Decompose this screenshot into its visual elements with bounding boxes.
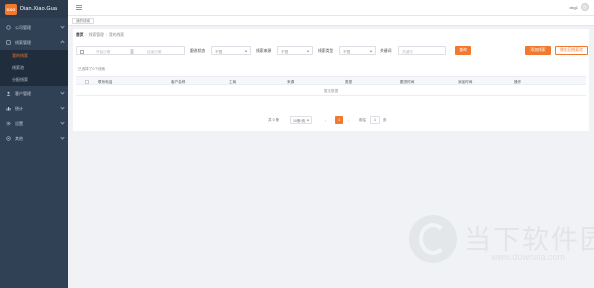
selected-count: 已选择了0个线索 bbox=[78, 67, 106, 71]
page-number-current[interactable]: 1 bbox=[335, 116, 343, 124]
more-icon bbox=[6, 136, 11, 141]
user-name[interactable]: dxg1 bbox=[569, 5, 578, 10]
gear-icon bbox=[6, 121, 11, 126]
sidebar-item-settings[interactable]: 设置 bbox=[0, 116, 68, 131]
sidebar-menu: 公司管理 线索管理 我的线索 线索池 分配线索 客户管理 统计 设置 其他 bbox=[0, 18, 68, 146]
start-date-input[interactable]: 开始日期 bbox=[96, 50, 110, 55]
keyword-label: 关键词 bbox=[380, 48, 392, 53]
col-actions: 操作 bbox=[514, 79, 522, 84]
chevron-down-icon bbox=[369, 49, 373, 52]
logo-text: Dian.Xiao.Gua bbox=[20, 6, 58, 12]
watermark-url: www.downxia.com bbox=[491, 252, 566, 262]
date-range-picker[interactable]: 开始日期 至 结束日期 bbox=[76, 46, 185, 55]
breadcrumb-current: 我的线索 bbox=[108, 33, 125, 37]
sidebar-item-customers[interactable]: 客户管理 bbox=[0, 86, 68, 101]
sidebar-item-label: 客户管理 bbox=[15, 90, 31, 96]
avatar[interactable] bbox=[581, 3, 589, 11]
col-business: 工商 bbox=[229, 79, 237, 84]
chevron-down-icon bbox=[60, 135, 65, 140]
sidebar-item-label: 公司管理 bbox=[15, 24, 31, 30]
clue-source-label: 线索来源 bbox=[256, 48, 272, 53]
clue-type-label: 线索类型 bbox=[318, 48, 334, 53]
user-icon bbox=[6, 91, 11, 96]
next-page-button[interactable]: › bbox=[348, 118, 349, 123]
page-size-select[interactable]: 10条/页 bbox=[290, 116, 312, 124]
end-date-input[interactable]: 结束日期 bbox=[147, 50, 161, 55]
goto-page-input[interactable]: 1 bbox=[370, 116, 380, 124]
sidebar-item-stats[interactable]: 统计 bbox=[0, 101, 68, 116]
sidebar-subitem-clue-pool[interactable]: 线索池 bbox=[0, 62, 68, 74]
sidebar-item-clues[interactable]: 线索管理 bbox=[0, 35, 68, 50]
calendar-icon bbox=[80, 49, 84, 54]
sidebar-item-label: 线索管理 bbox=[15, 39, 31, 45]
sidebar-item-company[interactable]: 公司管理 bbox=[0, 20, 68, 35]
chevron-down-icon bbox=[60, 120, 65, 125]
chart-icon bbox=[6, 106, 11, 111]
clue-icon bbox=[6, 40, 11, 45]
sidebar-subitem-assign-clues[interactable]: 分配线索 bbox=[0, 74, 68, 86]
sidebar-subitem-my-clues[interactable]: 我的线索 bbox=[0, 50, 68, 62]
clue-type-select[interactable]: 不限 bbox=[339, 46, 376, 55]
chevron-down-icon bbox=[60, 24, 65, 29]
clue-table: 联系电话 客户名称 工商 来源 类型 跟进时间 添加时间 操作 暂无数据 bbox=[76, 76, 586, 96]
col-type: 类型 bbox=[345, 79, 353, 84]
breadcrumb: 首页 / 线索管理 / 我的线索 bbox=[76, 33, 125, 37]
sidebar-item-other[interactable]: 其他 bbox=[0, 131, 68, 146]
select-all-checkbox[interactable] bbox=[85, 79, 89, 84]
sidebar-item-label: 设置 bbox=[15, 120, 23, 126]
follow-status-select[interactable]: 不限 bbox=[211, 46, 251, 55]
page-suffix: 页 bbox=[383, 118, 387, 122]
clue-source-select[interactable]: 不限 bbox=[277, 46, 313, 55]
chevron-down-icon bbox=[60, 105, 65, 110]
range-separator: 至 bbox=[130, 49, 134, 54]
watermark-logo-icon bbox=[409, 215, 457, 263]
keyword-input[interactable]: 关键词 bbox=[398, 46, 446, 55]
hamburger-icon[interactable] bbox=[76, 5, 82, 11]
empty-text: 暂无数据 bbox=[323, 88, 339, 93]
chevron-down-icon bbox=[306, 118, 310, 122]
table-body: 暂无数据 bbox=[76, 85, 586, 96]
move-to-pool-button[interactable]: 移出回线索池 bbox=[555, 46, 588, 55]
sidebar-item-label: 统计 bbox=[15, 105, 23, 111]
building-icon bbox=[6, 25, 11, 30]
goto-label: 前往 bbox=[359, 118, 367, 122]
table-header: 联系电话 客户名称 工商 来源 类型 跟进时间 添加时间 操作 bbox=[76, 76, 586, 85]
follow-status-label: 跟进状态 bbox=[190, 48, 206, 53]
col-add-time: 添加时间 bbox=[458, 79, 473, 84]
breadcrumb-home[interactable]: 首页 bbox=[76, 33, 84, 37]
sidebar-item-label: 其他 bbox=[15, 135, 23, 141]
pagination: 共 0 条 10条/页 ‹ 1 › 前往 1 页 bbox=[268, 116, 408, 124]
main-panel: 首页 / 线索管理 / 我的线索 开始日期 至 结束日期 跟进状态 不限 线索来源 不限… bbox=[73, 29, 589, 131]
chevron-up-icon bbox=[60, 40, 65, 45]
tags-view: 我的线索 bbox=[68, 16, 594, 26]
filter-bar: 开始日期 至 结束日期 跟进状态 不限 线索来源 不限 线索类型 不限 关键词 … bbox=[76, 46, 588, 55]
col-customer: 客户名称 bbox=[171, 79, 186, 84]
watermark: 当下软件园 www.downxia.com bbox=[409, 215, 594, 275]
logo[interactable]: DXG Dian.Xiao.Gua bbox=[0, 0, 68, 18]
top-header: dxg1 bbox=[68, 0, 594, 16]
chevron-down-icon bbox=[306, 49, 310, 52]
breadcrumb-clues[interactable]: 线索管理 bbox=[89, 33, 104, 37]
tag-my-clues[interactable]: 我的线索 bbox=[72, 18, 94, 24]
logo-badge: DXG bbox=[5, 3, 17, 15]
search-button[interactable]: 查询 bbox=[455, 46, 471, 55]
col-source: 来源 bbox=[287, 79, 295, 84]
col-follow-time: 跟进时间 bbox=[400, 79, 415, 84]
total-count: 共 0 条 bbox=[268, 118, 280, 122]
add-clue-button[interactable]: 添加线索 bbox=[525, 46, 551, 55]
col-phone: 联系电话 bbox=[98, 79, 113, 84]
chevron-down-icon bbox=[60, 90, 65, 95]
chevron-down-icon bbox=[244, 49, 248, 52]
prev-page-button[interactable]: ‹ bbox=[325, 118, 326, 123]
sidebar: DXG Dian.Xiao.Gua 公司管理 线索管理 我的线索 线索池 分配线… bbox=[0, 0, 68, 288]
